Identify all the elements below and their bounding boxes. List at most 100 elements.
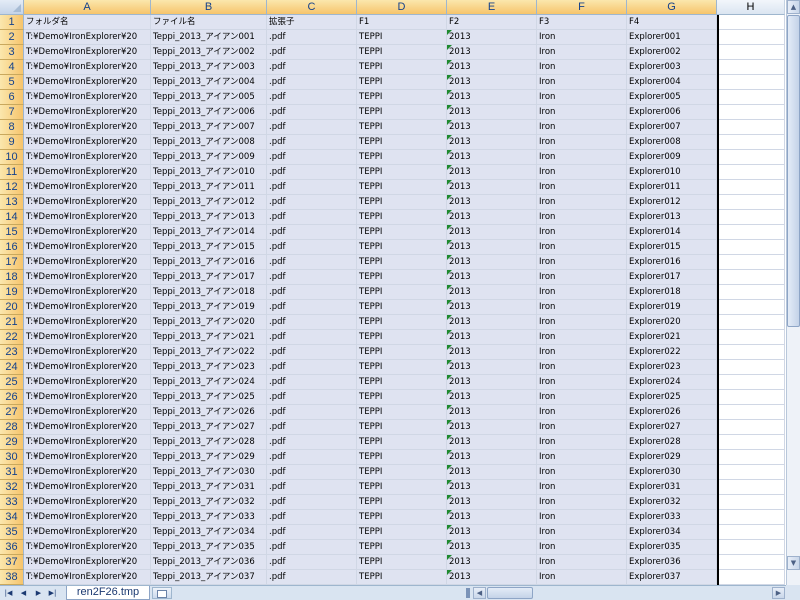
cell-g23[interactable]: Explorer022	[627, 345, 717, 360]
cell-a38[interactable]: T:¥Demo¥IronExplorer¥20	[24, 570, 151, 585]
scroll-left-button[interactable]: ◀	[473, 587, 486, 599]
cell-h26[interactable]	[717, 390, 785, 405]
cell-f8[interactable]: Iron	[537, 120, 627, 135]
cell-f3[interactable]: Iron	[537, 45, 627, 60]
cell-e2[interactable]: 2013	[447, 30, 537, 45]
cell-e31[interactable]: 2013	[447, 465, 537, 480]
cell-b31[interactable]: Teppi_2013_アイアン030	[151, 465, 267, 480]
tab-split-handle[interactable]	[466, 588, 470, 598]
cell-c10[interactable]: .pdf	[267, 150, 357, 165]
row-header[interactable]: 35	[0, 525, 24, 540]
row-header[interactable]: 21	[0, 315, 24, 330]
cell-a33[interactable]: T:¥Demo¥IronExplorer¥20	[24, 495, 151, 510]
cell-d13[interactable]: TEPPI	[357, 195, 447, 210]
cell-c17[interactable]: .pdf	[267, 255, 357, 270]
cell-h17[interactable]	[717, 255, 785, 270]
cell-c5[interactable]: .pdf	[267, 75, 357, 90]
cell-b37[interactable]: Teppi_2013_アイアン036	[151, 555, 267, 570]
cell-c30[interactable]: .pdf	[267, 450, 357, 465]
column-header-e[interactable]: E	[447, 0, 537, 15]
cell-d36[interactable]: TEPPI	[357, 540, 447, 555]
cell-d33[interactable]: TEPPI	[357, 495, 447, 510]
cell-f29[interactable]: Iron	[537, 435, 627, 450]
insert-worksheet-icon[interactable]	[152, 587, 172, 599]
cell-a35[interactable]: T:¥Demo¥IronExplorer¥20	[24, 525, 151, 540]
cell-h4[interactable]	[717, 60, 785, 75]
cell-h2[interactable]	[717, 30, 785, 45]
cell-d20[interactable]: TEPPI	[357, 300, 447, 315]
cell-c34[interactable]: .pdf	[267, 510, 357, 525]
horizontal-scroll-thumb[interactable]	[487, 587, 533, 599]
cell-g30[interactable]: Explorer029	[627, 450, 717, 465]
cell-f31[interactable]: Iron	[537, 465, 627, 480]
cell-f38[interactable]: Iron	[537, 570, 627, 585]
column-header-d[interactable]: D	[357, 0, 447, 15]
scroll-right-button[interactable]: ▶	[772, 587, 785, 599]
cell-d28[interactable]: TEPPI	[357, 420, 447, 435]
cell-f18[interactable]: Iron	[537, 270, 627, 285]
cell-h6[interactable]	[717, 90, 785, 105]
cell-d6[interactable]: TEPPI	[357, 90, 447, 105]
row-header[interactable]: 18	[0, 270, 24, 285]
cell-a12[interactable]: T:¥Demo¥IronExplorer¥20	[24, 180, 151, 195]
cell-f16[interactable]: Iron	[537, 240, 627, 255]
row-header[interactable]: 11	[0, 165, 24, 180]
cell-e38[interactable]: 2013	[447, 570, 537, 585]
cell-c20[interactable]: .pdf	[267, 300, 357, 315]
cell-b5[interactable]: Teppi_2013_アイアン004	[151, 75, 267, 90]
cell-d9[interactable]: TEPPI	[357, 135, 447, 150]
cell-b4[interactable]: Teppi_2013_アイアン003	[151, 60, 267, 75]
cell-h38[interactable]	[717, 570, 785, 585]
cell-a8[interactable]: T:¥Demo¥IronExplorer¥20	[24, 120, 151, 135]
first-sheet-icon[interactable]: |◀	[3, 587, 14, 599]
scroll-down-button[interactable]: ▼	[787, 556, 800, 570]
row-header[interactable]: 7	[0, 105, 24, 120]
next-sheet-icon[interactable]: ▶	[33, 587, 44, 599]
cell-a1[interactable]: フォルダ名	[24, 15, 151, 30]
cell-d32[interactable]: TEPPI	[357, 480, 447, 495]
cell-g2[interactable]: Explorer001	[627, 30, 717, 45]
row-header[interactable]: 17	[0, 255, 24, 270]
row-header[interactable]: 36	[0, 540, 24, 555]
cell-g4[interactable]: Explorer003	[627, 60, 717, 75]
cell-b14[interactable]: Teppi_2013_アイアン013	[151, 210, 267, 225]
column-header-h[interactable]: H	[717, 0, 785, 15]
column-header-f[interactable]: F	[537, 0, 627, 15]
cell-h33[interactable]	[717, 495, 785, 510]
cell-b35[interactable]: Teppi_2013_アイアン034	[151, 525, 267, 540]
prev-sheet-icon[interactable]: ◀	[18, 587, 29, 599]
cell-b16[interactable]: Teppi_2013_アイアン015	[151, 240, 267, 255]
cell-f37[interactable]: Iron	[537, 555, 627, 570]
row-header[interactable]: 34	[0, 510, 24, 525]
sheet-tab-ren2f26[interactable]: ren2F26.tmp	[66, 586, 150, 600]
cell-d12[interactable]: TEPPI	[357, 180, 447, 195]
cell-g17[interactable]: Explorer016	[627, 255, 717, 270]
cell-e20[interactable]: 2013	[447, 300, 537, 315]
cell-b33[interactable]: Teppi_2013_アイアン032	[151, 495, 267, 510]
cell-h8[interactable]	[717, 120, 785, 135]
cell-d14[interactable]: TEPPI	[357, 210, 447, 225]
cell-c16[interactable]: .pdf	[267, 240, 357, 255]
cell-g38[interactable]: Explorer037	[627, 570, 717, 585]
cell-d25[interactable]: TEPPI	[357, 375, 447, 390]
cell-e34[interactable]: 2013	[447, 510, 537, 525]
column-header-a[interactable]: A	[24, 0, 151, 15]
cell-b36[interactable]: Teppi_2013_アイアン035	[151, 540, 267, 555]
cell-e23[interactable]: 2013	[447, 345, 537, 360]
cell-g24[interactable]: Explorer023	[627, 360, 717, 375]
row-header[interactable]: 29	[0, 435, 24, 450]
row-header[interactable]: 26	[0, 390, 24, 405]
row-header[interactable]: 37	[0, 555, 24, 570]
cell-e8[interactable]: 2013	[447, 120, 537, 135]
row-header[interactable]: 16	[0, 240, 24, 255]
cell-h36[interactable]	[717, 540, 785, 555]
scroll-up-button[interactable]: ▲	[787, 0, 800, 14]
cell-g3[interactable]: Explorer002	[627, 45, 717, 60]
cell-g28[interactable]: Explorer027	[627, 420, 717, 435]
cell-c27[interactable]: .pdf	[267, 405, 357, 420]
cell-f23[interactable]: Iron	[537, 345, 627, 360]
row-header[interactable]: 33	[0, 495, 24, 510]
cell-d34[interactable]: TEPPI	[357, 510, 447, 525]
cell-b24[interactable]: Teppi_2013_アイアン023	[151, 360, 267, 375]
cell-g13[interactable]: Explorer012	[627, 195, 717, 210]
